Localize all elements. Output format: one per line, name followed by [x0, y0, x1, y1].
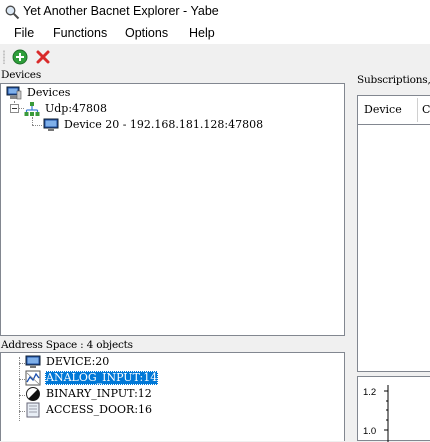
vertical-splitter[interactable]: [345, 70, 355, 441]
subscriptions-grid-body[interactable]: [357, 125, 430, 372]
plot-y-tick-label: 1.0: [363, 426, 376, 437]
subscriptions-grid-header: Device C: [357, 95, 430, 125]
tree-node-label: Device 20 - 192.168.181.128:47808: [64, 118, 264, 131]
subscriptions-panel-label: Subscriptions, P: [357, 74, 430, 86]
toolbar-grip[interactable]: [3, 50, 5, 64]
device-computer-icon: [25, 355, 41, 368]
menu-file[interactable]: File: [10, 26, 38, 40]
menu-functions[interactable]: Functions: [49, 26, 111, 40]
plot-y-tick-label: 1.2: [363, 387, 376, 398]
menu-bar: File Functions Options Help: [0, 24, 430, 44]
network-icon: [24, 102, 40, 116]
address-item-label: DEVICE:20: [46, 355, 110, 368]
red-x-icon[interactable]: [35, 49, 51, 65]
device-computer-icon: [43, 118, 59, 131]
collapse-toggle-icon[interactable]: [10, 104, 19, 113]
column-header-c[interactable]: C: [422, 103, 430, 116]
address-item-label: ANALOG_INPUT:14: [45, 371, 159, 385]
device-network-icon: [6, 86, 22, 100]
menu-help[interactable]: Help: [185, 26, 219, 40]
magnifier-icon: [5, 5, 20, 20]
address-space-panel-label: Address Space : 4 objects: [1, 339, 133, 351]
devices-panel-label: Devices: [1, 69, 42, 81]
trend-plot[interactable]: 1.2 1.0: [357, 376, 430, 442]
analog-input-icon: [25, 370, 41, 386]
column-separator[interactable]: [417, 98, 418, 122]
green-plus-circle-icon[interactable]: [12, 49, 28, 65]
tree-connector: [32, 125, 42, 126]
address-item-label: BINARY_INPUT:12: [46, 387, 152, 400]
toolbar: [0, 44, 430, 70]
title-bar: Yet Another Bacnet Explorer - Yabe: [0, 0, 430, 24]
binary-input-icon: [26, 387, 40, 401]
devices-tree[interactable]: Devices Udp:47808 Device 20 - 192.168.18…: [0, 83, 345, 336]
address-item-label: ACCESS_DOOR:16: [46, 403, 153, 416]
address-space-tree[interactable]: DEVICE:20 ANALOG_INPUT:14 BINARY_INPUT:1…: [0, 352, 345, 441]
trend-plot-canvas: 1.2 1.0: [363, 385, 389, 442]
tree-node-label: Udp:47808: [45, 102, 108, 115]
access-door-icon: [26, 402, 40, 418]
tree-node-label: Devices: [27, 86, 71, 99]
tree-connector: [32, 117, 33, 125]
window-title: Yet Another Bacnet Explorer - Yabe: [23, 4, 219, 18]
menu-options[interactable]: Options: [121, 26, 172, 40]
column-header-device[interactable]: Device: [364, 103, 402, 116]
